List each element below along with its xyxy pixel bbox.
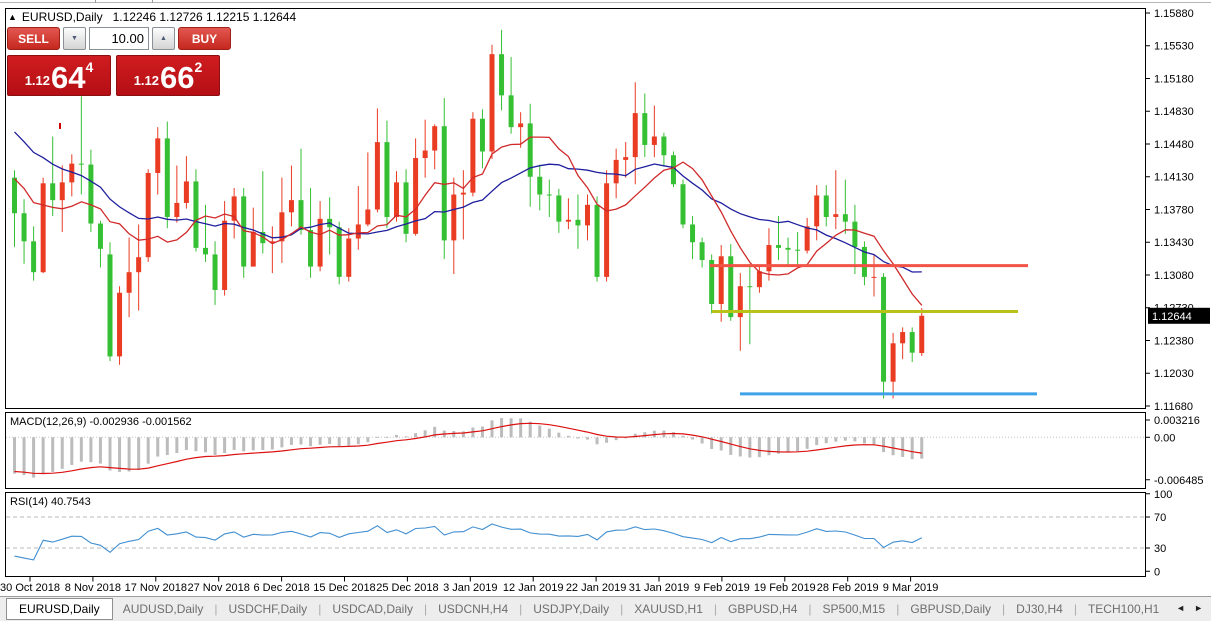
tab-scroll-left-icon[interactable]: ◄ [1176,603,1185,613]
chart-tab-tech100-h1[interactable]: TECH100,H1 [1078,599,1169,619]
chart-tab-gbpusd-daily[interactable]: GBPUSD,Daily [900,599,1001,619]
volume-increase-button[interactable]: ▲ [152,27,175,50]
svg-text:-0.006485: -0.006485 [1154,475,1204,487]
svg-text:17 Nov 2018: 17 Nov 2018 [125,582,187,594]
panel-pointer [59,123,61,129]
buy-price-big-digits: 66 [160,63,194,92]
macd-axis-labels: 0.003216 0.00 -0.006485 [1146,415,1204,487]
svg-text:1.11680: 1.11680 [1154,401,1193,413]
svg-text:1.12030: 1.12030 [1154,368,1194,380]
volume-decrease-button[interactable]: ▼ [63,27,86,50]
svg-text:22 Jan 2019: 22 Jan 2019 [566,582,627,594]
svg-text:6 Dec 2018: 6 Dec 2018 [253,582,309,594]
svg-text:1.15180: 1.15180 [1154,73,1194,85]
buy-button[interactable]: BUY [178,27,231,50]
svg-text:9 Feb 2019: 9 Feb 2019 [694,582,750,594]
trading-terminal-window: 1.15880 1.15530 1.15180 1.14830 1.14480 1.141… [0,0,1211,621]
svg-text:30 Oct 2018: 30 Oct 2018 [0,582,60,594]
tab-scroll-right-icon[interactable]: ► [1194,603,1203,613]
macd-indicator-label: MACD(12,26,9) -0.002936 -0.001562 [10,416,192,428]
svg-text:1.12644: 1.12644 [1152,311,1192,323]
sell-price-pip-digit: 4 [86,59,94,75]
quote-header: ▲ EURUSD,Daily 1.12246 1.12726 1.12215 1.1… [8,10,296,24]
svg-text:0: 0 [1154,566,1160,578]
chart-tab-gbpusd-h4[interactable]: GBPUSD,H4 [718,599,807,619]
chart-tab-usdchf-daily[interactable]: USDCHF,Daily [219,599,318,619]
sell-price-big-digits: 64 [51,63,85,92]
chart-tab-sp500-m15[interactable]: SP500,M15 [813,599,896,619]
rsi-indicator-label: RSI(14) 40.7543 [10,496,91,508]
svg-text:28 Feb 2019: 28 Feb 2019 [817,582,879,594]
svg-text:1.13780: 1.13780 [1154,204,1194,216]
chart-tab-eurusd-daily[interactable]: EURUSD,Daily [6,598,113,620]
svg-text:27 Nov 2018: 27 Nov 2018 [188,582,250,594]
buy-price-prefix: 1.12 [134,73,159,88]
svg-text:9 Mar 2019: 9 Mar 2019 [883,582,939,594]
panel-collapse-icon[interactable]: ▲ [8,12,17,22]
chart-tab-dj30-h4[interactable]: DJ30,H4 [1006,599,1073,619]
buy-price-pip-digit: 2 [195,59,203,75]
one-click-trading-panel: SELL ▼ ▲ BUY 1.12 64 4 1.12 66 2 [7,27,231,96]
svg-text:1.14130: 1.14130 [1154,172,1194,184]
svg-text:15 Dec 2018: 15 Dec 2018 [313,582,375,594]
tab-scroll-arrows: ◄ ► [1166,597,1211,619]
svg-text:19 Feb 2019: 19 Feb 2019 [754,582,816,594]
chart-tab-usdcad-daily[interactable]: USDCAD,Daily [322,599,423,619]
sell-price-prefix: 1.12 [25,73,50,88]
svg-text:1.12380: 1.12380 [1154,335,1194,347]
chart-tab-usdcnh-h4[interactable]: USDCNH,H4 [428,599,518,619]
svg-text:31 Jan 2019: 31 Jan 2019 [629,582,690,594]
svg-text:70: 70 [1154,512,1166,524]
chart-tab-usdjpy-daily[interactable]: USDJPY,Daily [523,599,619,619]
rsi-level-lines [6,517,1145,548]
chart-symbol-label: EURUSD,Daily [22,10,103,24]
svg-text:0.003216: 0.003216 [1154,415,1200,427]
svg-text:25 Dec 2018: 25 Dec 2018 [376,582,438,594]
buy-price-box[interactable]: 1.12 66 2 [116,55,220,96]
svg-text:1.13430: 1.13430 [1154,237,1194,249]
price-axis-labels: 1.15880 1.15530 1.15180 1.14830 1.14480 1.141… [1146,8,1194,413]
rsi-line [15,524,922,560]
chart-tab-xauusd-h1[interactable]: XAUUSD,H1 [624,599,713,619]
svg-text:100: 100 [1154,489,1172,501]
sell-button[interactable]: SELL [7,27,60,50]
volume-input[interactable] [89,27,149,50]
chart-ohlc-values: 1.12246 1.12726 1.12215 1.12644 [113,10,297,24]
current-price-badge: 1.12644 [1148,308,1210,324]
svg-text:1.15880: 1.15880 [1154,8,1194,20]
svg-text:0.00: 0.00 [1154,432,1175,444]
sell-price-box[interactable]: 1.12 64 4 [7,55,111,96]
rsi-axis-labels: 100 70 30 0 [1146,489,1173,579]
svg-text:12 Jan 2019: 12 Jan 2019 [503,582,564,594]
chart-tab-bar: EURUSD,DailyAUDUSD,Daily|USDCHF,Daily|US… [0,596,1211,621]
svg-text:8 Nov 2018: 8 Nov 2018 [65,582,121,594]
svg-text:30: 30 [1154,543,1166,555]
macd-signal-line [15,423,922,473]
svg-text:1.13080: 1.13080 [1154,270,1194,282]
svg-text:1.14480: 1.14480 [1154,139,1194,151]
svg-text:1.14830: 1.14830 [1154,106,1194,118]
time-axis-labels: 30 Oct 2018 8 Nov 2018 17 Nov 201827 Nov 2… [0,577,938,595]
svg-text:1.15530: 1.15530 [1154,41,1194,53]
svg-text:3 Jan 2019: 3 Jan 2019 [443,582,497,594]
chart-tab-audusd-daily[interactable]: AUDUSD,Daily [113,599,214,619]
